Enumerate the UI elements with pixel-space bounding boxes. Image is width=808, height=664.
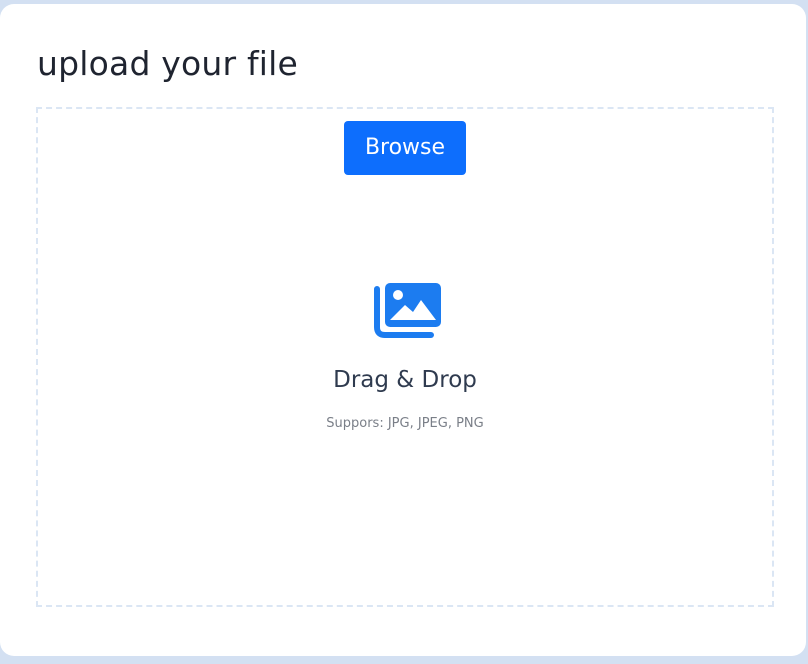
file-dropzone[interactable]: Browse Drag & Drop Suppors: JPG, JPEG, P… [36,107,774,607]
images-icon [369,283,443,343]
browse-button[interactable]: Browse [344,121,466,175]
page-title: upload your file [37,44,299,83]
upload-card: upload your file Browse Drag & Drop Supp… [0,4,806,656]
supported-formats: Suppors: JPG, JPEG, PNG [326,416,484,431]
drop-title: Drag & Drop [333,367,477,393]
